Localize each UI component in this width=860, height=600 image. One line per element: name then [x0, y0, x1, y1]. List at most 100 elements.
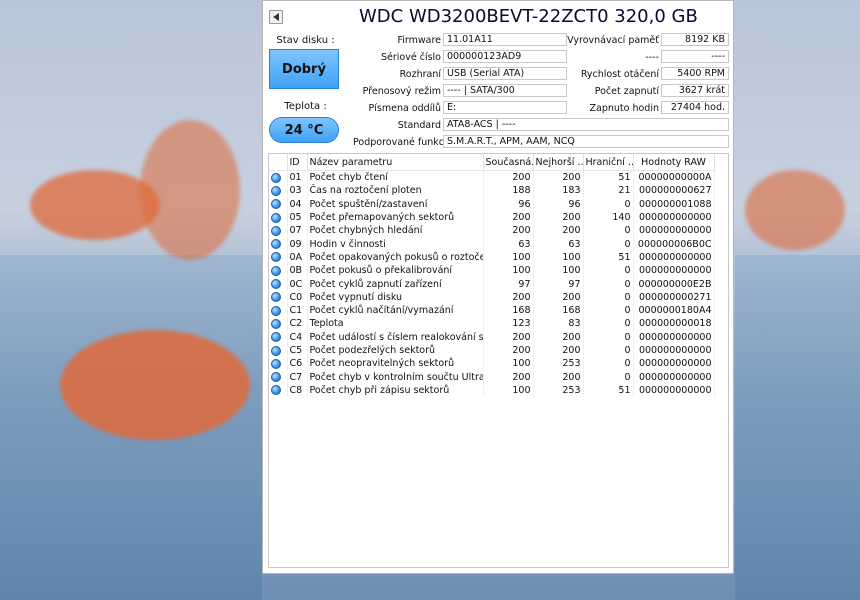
worst-value: 200: [533, 170, 584, 185]
worst-value: 168: [533, 303, 584, 318]
attribute-id: 01: [287, 170, 308, 185]
worst-value: 183: [533, 184, 584, 198]
attribute-name: Počet spuštění/zastavení: [307, 197, 484, 211]
power-on-count-value: 3627 krát: [661, 84, 729, 97]
attribute-name: Počet cyklů zapnutí zařízení: [307, 277, 484, 291]
column-header-worst[interactable]: Nejhorší ...: [533, 154, 584, 171]
status-good-icon: [271, 372, 281, 383]
threshold-value: 0: [583, 197, 634, 211]
threshold-value: 140: [583, 210, 634, 225]
table-row[interactable]: 03 Čas na roztočení ploten 188 183 21 0000000…: [269, 184, 715, 198]
buffer-label: Vyrovnávací paměť: [567, 35, 659, 46]
current-value: 100: [483, 383, 534, 398]
table-row[interactable]: 07 Počet chybných hledání 200 200 0 000000000…: [269, 224, 715, 238]
rotation-speed-value: 5400 RPM: [661, 67, 729, 80]
threshold-value: 0: [583, 343, 634, 358]
table-row[interactable]: C2 Teplota 123 83 0 000000000018: [269, 317, 715, 331]
status-good-icon: [271, 265, 281, 276]
raw-value: 000000000000: [633, 343, 715, 358]
attribute-id: 05: [287, 210, 308, 225]
attribute-name: Počet událostí s číslem realokování sekt…: [307, 330, 484, 344]
attribute-name: Počet opakovaných pokusů o roztočení plo…: [307, 250, 484, 265]
table-row[interactable]: C0 Počet vypnutí disku 200 200 0 000000000271: [269, 290, 715, 304]
threshold-value: 0: [583, 237, 634, 251]
current-value: 100: [483, 250, 534, 265]
status-good-icon: [271, 332, 281, 343]
raw-value: 000000000271: [633, 290, 715, 304]
raw-value: 000000001088: [633, 197, 715, 211]
status-dot-cell: [269, 330, 288, 344]
attribute-id: C4: [287, 330, 308, 344]
attribute-id: 03: [287, 184, 308, 198]
status-dot-cell: [269, 343, 288, 358]
table-row[interactable]: C7Počet chyb v kontrolním součtu UltraDM…: [269, 370, 715, 384]
current-value: 200: [483, 370, 534, 384]
raw-value: 000000000E2B: [633, 277, 715, 291]
attribute-id: 0C: [287, 277, 308, 291]
previous-disk-button[interactable]: [269, 10, 283, 24]
threshold-value: 0: [583, 224, 634, 238]
status-dot-cell: [269, 237, 288, 251]
raw-value: 000000000000: [633, 370, 715, 384]
smart-attributes-list[interactable]: ID Název parametru Současná... Nejhorší …: [268, 153, 729, 568]
worst-value: 200: [533, 290, 584, 304]
status-dot-cell: [269, 224, 288, 238]
table-row[interactable]: 04 Počet spuštění/zastavení 96 96 0 000000001…: [269, 197, 715, 211]
attribute-id: C0: [287, 290, 308, 304]
power-on-hours-label: Zapnuto hodin: [589, 103, 659, 114]
current-value: 200: [483, 330, 534, 344]
status-good-icon: [271, 358, 281, 369]
table-row[interactable]: 05 Počet přemapovaných sektorů 200 200 140 00…: [269, 210, 715, 225]
table-row[interactable]: C6 Počet neopravitelných sektorů 100 253 0 00…: [269, 357, 715, 371]
interface-value: USB (Serial ATA): [443, 67, 567, 80]
status-good-icon: [271, 225, 281, 236]
table-row[interactable]: C5 Počet podezřelých sektorů 200 200 0 000000…: [269, 343, 715, 358]
threshold-value: 0: [583, 264, 634, 278]
current-value: 63: [483, 237, 534, 251]
flamingo-shape: [60, 330, 250, 440]
column-header-attribute-name[interactable]: Název parametru: [307, 154, 484, 171]
column-header-status[interactable]: [269, 154, 288, 171]
current-value: 188: [483, 184, 534, 198]
table-row[interactable]: C1 Počet cyklů načítání/vymazání 168 168 0 00…: [269, 303, 715, 318]
table-row[interactable]: 0APočet opakovaných pokusů o roztočení p…: [269, 250, 715, 265]
title-row: WDC WD3200BEVT-22ZCT0 320,0 GB: [263, 1, 733, 33]
attribute-name: Počet neopravitelných sektorů: [307, 357, 484, 371]
table-row[interactable]: 0B Počet pokusů o překalibrování 100 100 0 00…: [269, 264, 715, 278]
status-dot-cell: [269, 303, 288, 318]
flamingo-shape: [140, 120, 240, 260]
table-row[interactable]: 09 Hodin v činnosti 63 63 0 000000006B0C: [269, 237, 715, 251]
table-row[interactable]: 0C Počet cyklů zapnutí zařízení 97 97 0 00000…: [269, 277, 715, 291]
table-row[interactable]: C8 Počet chyb při zápisu sektorů 100 253 51 0…: [269, 383, 715, 398]
attribute-id: C6: [287, 357, 308, 371]
column-header-id[interactable]: ID: [287, 154, 308, 171]
threshold-value: 0: [583, 303, 634, 318]
worst-value: 253: [533, 383, 584, 398]
current-value: 123: [483, 317, 534, 331]
temperature-button[interactable]: 24 °C: [269, 117, 339, 143]
worst-value: 200: [533, 370, 584, 384]
table-row[interactable]: C4Počet událostí s číslem realokování se…: [269, 330, 715, 344]
column-header-raw-values[interactable]: Hodnoty RAW: [633, 154, 715, 171]
attribute-name: Počet chyb čtení: [307, 170, 484, 185]
worst-value: 97: [533, 277, 584, 291]
smart-header-row: ID Název parametru Současná... Nejhorší …: [269, 154, 715, 171]
current-value: 200: [483, 170, 534, 185]
threshold-value: 0: [583, 277, 634, 291]
features-value: S.M.A.R.T., APM, AAM, NCQ: [443, 135, 729, 148]
raw-value: 000000000000: [633, 210, 715, 225]
table-row[interactable]: 01 Počet chyb čtení 200 200 51 00000000000A: [269, 170, 715, 185]
blank-value: ----: [661, 50, 729, 63]
blank-label: ----: [645, 52, 659, 63]
current-value: 200: [483, 224, 534, 238]
buffer-value: 8192 KB: [661, 33, 729, 46]
attribute-name: Čas na roztočení ploten: [307, 184, 484, 198]
current-value: 200: [483, 343, 534, 358]
column-header-threshold[interactable]: Hraniční ...: [583, 154, 634, 171]
firmware-label: Firmware: [397, 35, 441, 46]
attribute-id: C7: [287, 370, 308, 384]
status-good-icon: [271, 212, 281, 223]
health-status-button[interactable]: Dobrý: [269, 49, 339, 89]
column-header-current[interactable]: Současná...: [483, 154, 534, 171]
status-dot-cell: [269, 290, 288, 304]
